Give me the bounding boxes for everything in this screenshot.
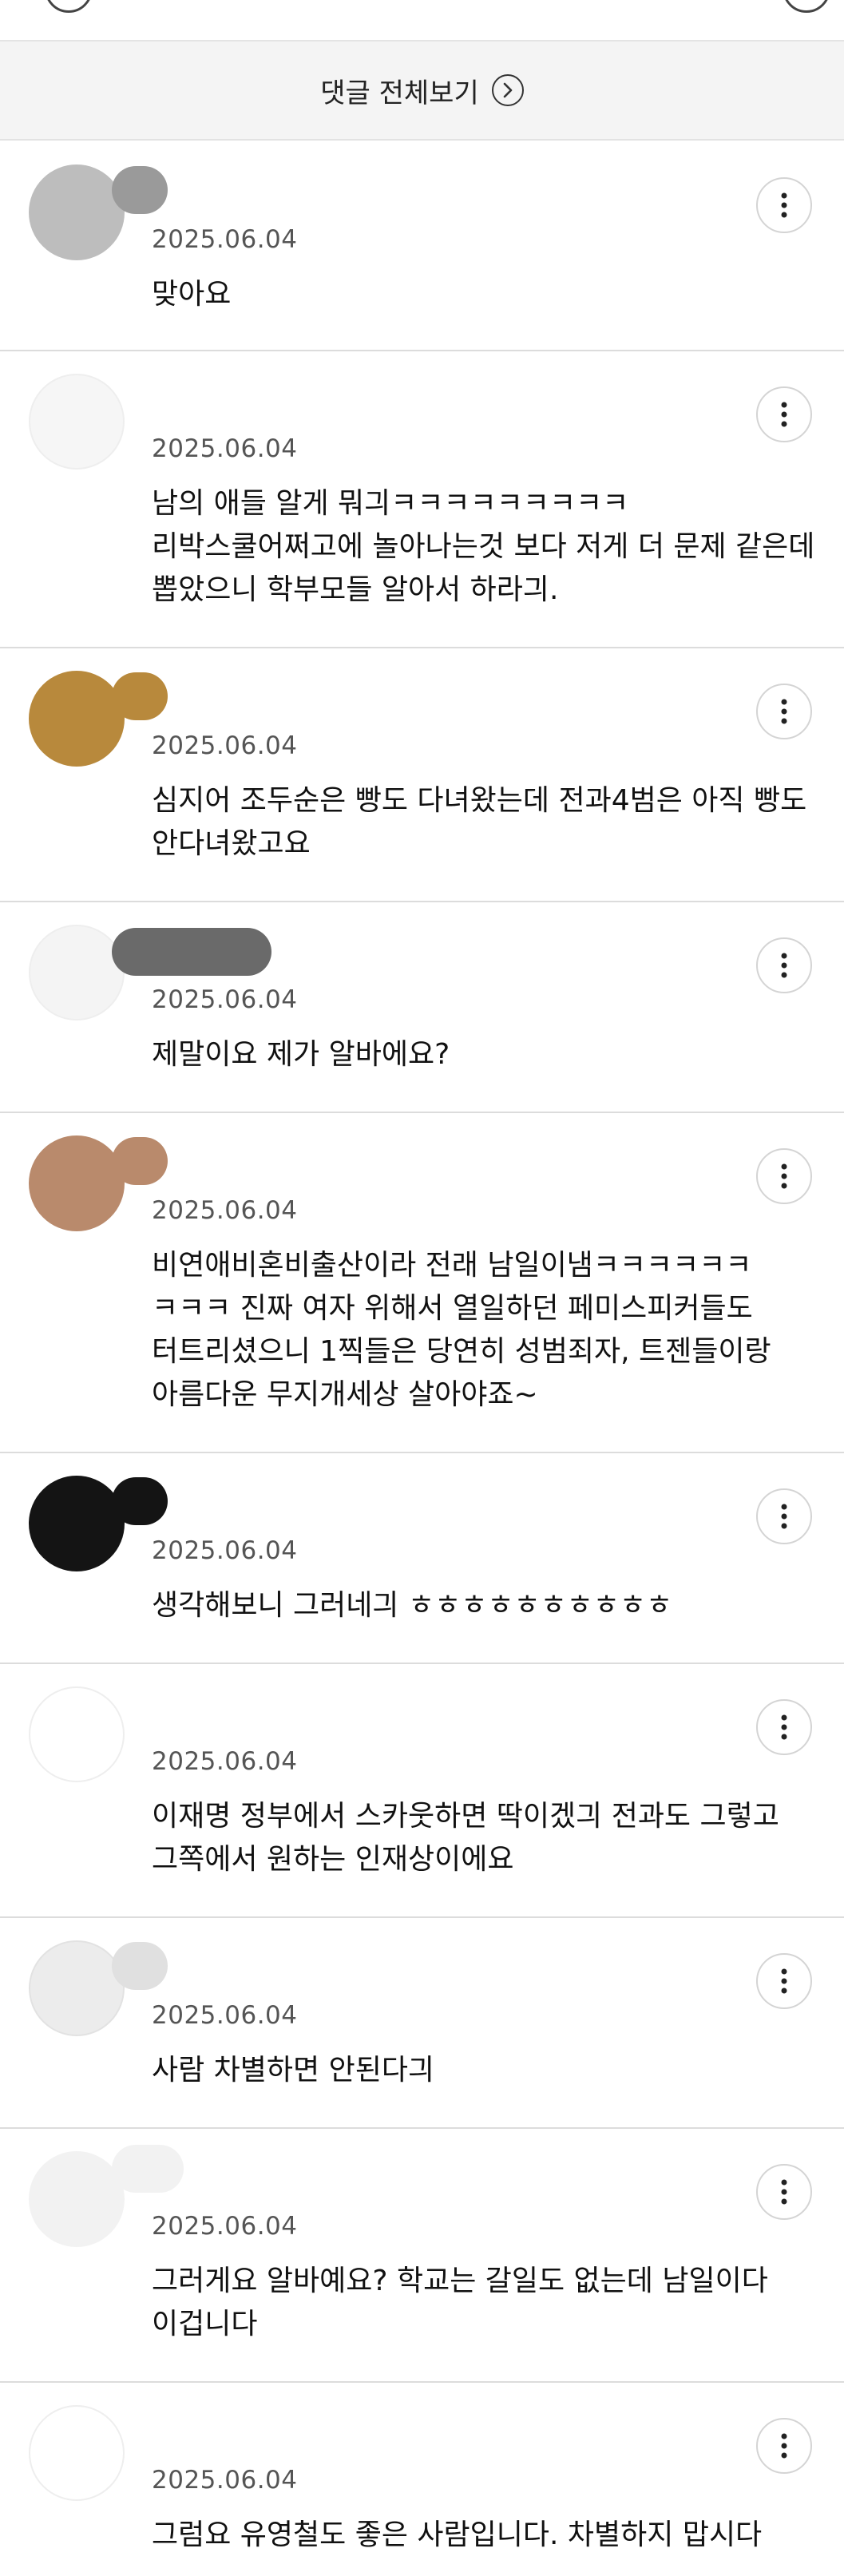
comment-item: 2025.06.04 그러게요 알바예요? 학교는 갈일도 없는데 남일이다 이… (0, 2129, 844, 2383)
comment-date: 2025.06.04 (152, 1747, 298, 1776)
top-bar (0, 0, 844, 42)
avatar[interactable] (29, 1476, 125, 1571)
more-options-button[interactable] (756, 386, 812, 442)
author-name-redacted (112, 928, 271, 976)
more-vertical-icon (781, 699, 787, 724)
more-vertical-icon (781, 402, 787, 427)
avatar[interactable] (29, 374, 125, 470)
avatar[interactable] (29, 2151, 125, 2247)
comment-text: 이재명 정부에서 스카웃하면 딱이겠긔 전과도 그렇고 그쪽에서 원하는 인재상… (152, 1800, 789, 1876)
comment-item: 2025.06.04 남의 애들 알게 뭐긔ㅋㅋㅋㅋㅋㅋㅋㅋㅋ 리박스쿨어쩌고에… (0, 351, 844, 648)
avatar[interactable] (29, 1135, 125, 1231)
comment-text: 그럼요 유영철도 좋은 사람입니다. 차별하지 맙시다 (152, 2519, 763, 2551)
chevron-right-icon (491, 74, 524, 106)
more-options-button[interactable] (756, 1953, 812, 2009)
comment-date: 2025.06.04 (152, 985, 298, 1014)
more-vertical-icon (781, 192, 787, 218)
comment-item: 2025.06.04 제말이요 제가 알바에요? (0, 902, 844, 1113)
menu-icon[interactable] (783, 0, 830, 13)
comment-list-page: 댓글 전체보기 2025.06.04 맞아요 2025.06.04 남의 애들 … (0, 0, 844, 2576)
comment-text: 생각해보니 그러네긔 ㅎㅎㅎㅎㅎㅎㅎㅎㅎㅎ (152, 1589, 673, 1622)
more-vertical-icon (781, 1504, 787, 1529)
avatar[interactable] (29, 1940, 125, 2036)
more-vertical-icon (781, 2179, 787, 2205)
comment-text: 비연애비혼비출산이라 전래 남일이냄ㅋㅋㅋㅋㅋㅋ ㅋㅋㅋ 진짜 여자 위해서 열… (152, 1249, 781, 1411)
avatar[interactable] (29, 164, 125, 260)
author-name-redacted (112, 166, 168, 214)
comment-text: 남의 애들 알게 뭐긔ㅋㅋㅋㅋㅋㅋㅋㅋㅋ 리박스쿨어쩌고에 놀아나는것 보다 저… (152, 487, 824, 606)
comment-date: 2025.06.04 (152, 2001, 298, 2030)
comment-text: 제말이요 제가 알바에요? (152, 1038, 450, 1071)
avatar[interactable] (29, 2405, 125, 2501)
comment-date: 2025.06.04 (152, 1196, 298, 1225)
comment-item: 2025.06.04 맞아요 (0, 142, 844, 351)
author-name-redacted (112, 1942, 168, 1990)
comment-date: 2025.06.04 (152, 434, 298, 463)
author-name-redacted (112, 672, 168, 720)
comment-date: 2025.06.04 (152, 225, 298, 254)
comment-text: 맞아요 (152, 278, 232, 311)
comment-item: 2025.06.04 비연애비혼비출산이라 전래 남일이냄ㅋㅋㅋㅋㅋㅋ ㅋㅋㅋ … (0, 1113, 844, 1453)
comment-date: 2025.06.04 (152, 731, 298, 760)
more-vertical-icon (781, 1968, 787, 1994)
comment-item: 2025.06.04 이재명 정부에서 스카웃하면 딱이겠긔 전과도 그렇고 그… (0, 1664, 844, 1918)
comment-date: 2025.06.04 (152, 2212, 298, 2241)
more-vertical-icon (781, 953, 787, 978)
more-vertical-icon (781, 1714, 787, 1740)
more-options-button[interactable] (756, 2418, 812, 2474)
more-options-button[interactable] (756, 1699, 812, 1755)
comment-item: 2025.06.04 사람 차별하면 안된다긔 (0, 1918, 844, 2129)
more-options-button[interactable] (756, 1148, 812, 1204)
comment-text: 심지어 조두순은 빵도 다녀왔는데 전과4범은 아직 빵도 안다녀왔고요 (152, 784, 816, 860)
more-options-button[interactable] (756, 177, 812, 233)
more-options-button[interactable] (756, 2164, 812, 2220)
comment-text: 사람 차별하면 안된다긔 (152, 2054, 435, 2087)
view-all-comments-button[interactable]: 댓글 전체보기 (0, 42, 844, 141)
more-options-button[interactable] (756, 684, 812, 739)
comment-item: 2025.06.04 그럼요 유영철도 좋은 사람입니다. 차별하지 맙시다 (0, 2383, 844, 2576)
back-icon[interactable] (45, 0, 93, 13)
avatar[interactable] (29, 671, 125, 767)
more-options-button[interactable] (756, 1488, 812, 1544)
more-options-button[interactable] (756, 937, 812, 993)
view-all-label: 댓글 전체보기 (320, 77, 479, 109)
avatar[interactable] (29, 1686, 125, 1782)
comment-date: 2025.06.04 (152, 2466, 298, 2495)
comment-item: 2025.06.04 생각해보니 그러네긔 ㅎㅎㅎㅎㅎㅎㅎㅎㅎㅎ (0, 1453, 844, 1664)
more-vertical-icon (781, 2433, 787, 2459)
comment-date: 2025.06.04 (152, 1536, 298, 1565)
comment-item: 2025.06.04 심지어 조두순은 빵도 다녀왔는데 전과4범은 아직 빵도… (0, 648, 844, 902)
comment-text: 그러게요 알바예요? 학교는 갈일도 없는데 남일이다 이겁니다 (152, 2265, 778, 2340)
author-name-redacted (112, 1137, 168, 1185)
author-name-redacted (112, 2145, 184, 2193)
author-name-redacted (112, 1477, 168, 1525)
more-vertical-icon (781, 1163, 787, 1189)
avatar[interactable] (29, 925, 125, 1020)
